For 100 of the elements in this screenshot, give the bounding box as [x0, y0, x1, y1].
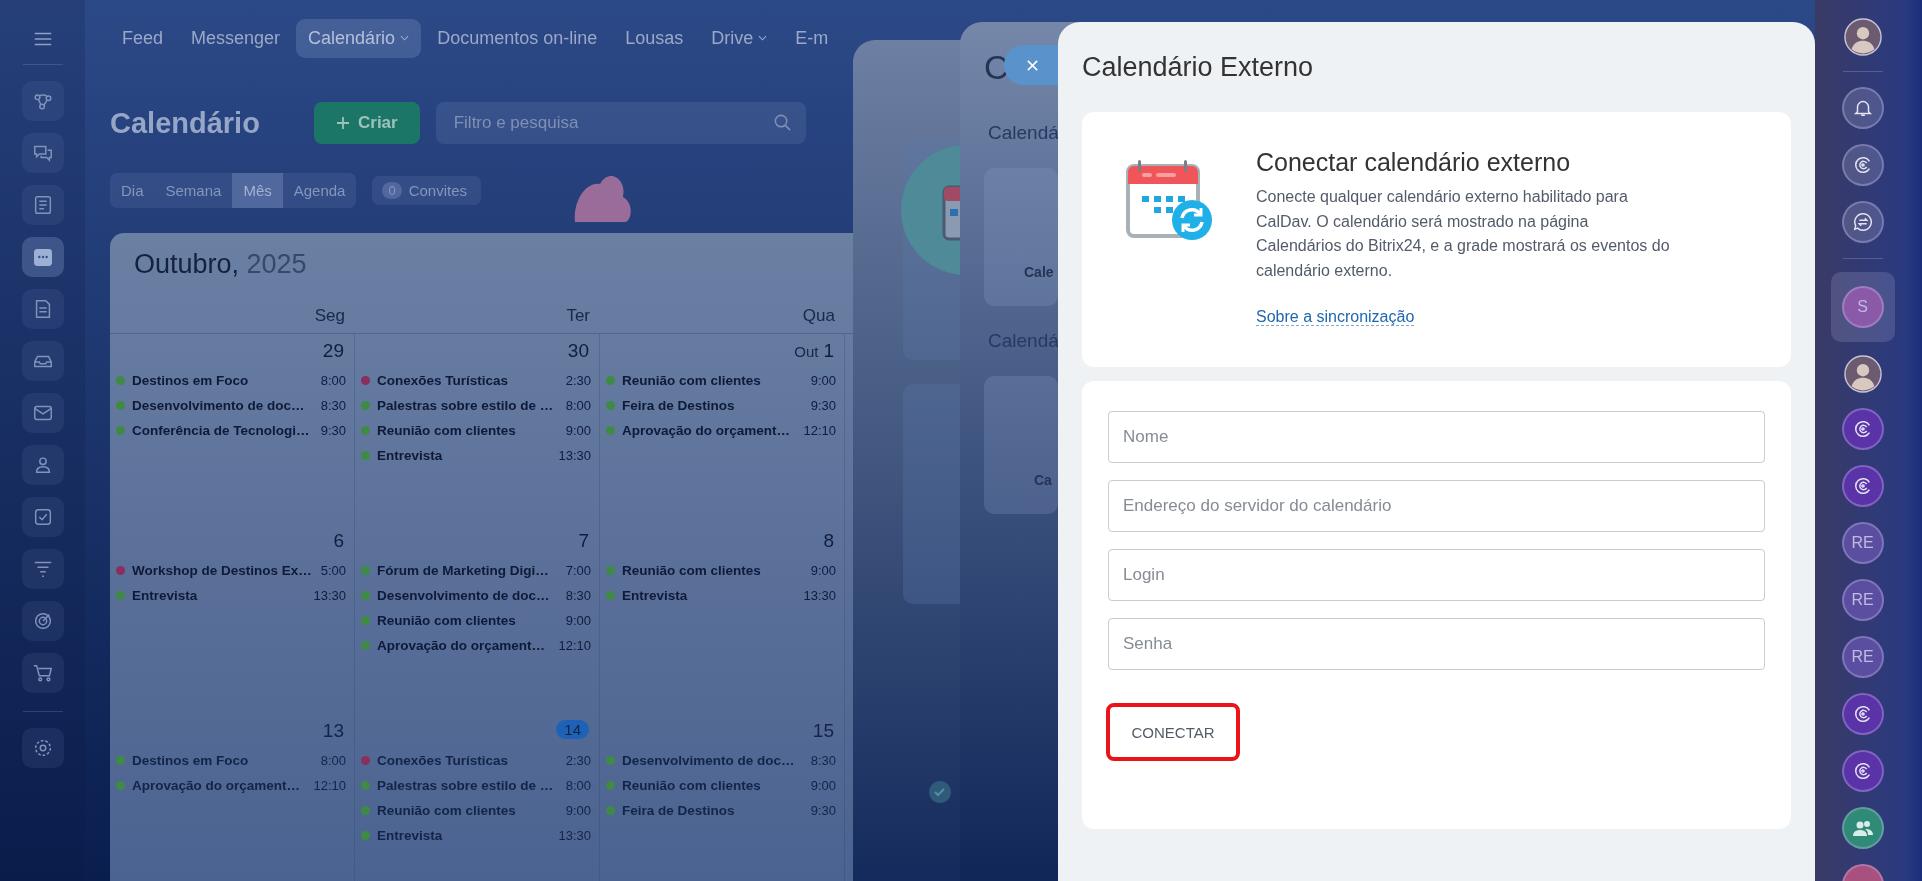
dialog-title: Calendário Externo — [1082, 51, 1315, 84]
option-card[interactable]: Ca — [984, 376, 1058, 514]
day-number: 1 — [823, 340, 834, 362]
view-tab[interactable]: Semana — [154, 172, 233, 208]
calendar-event[interactable]: Reunião com clientes 9:00 — [606, 369, 836, 391]
day-number: 15 — [812, 720, 834, 742]
sidebar-item[interactable] — [21, 497, 64, 537]
nav-tab[interactable]: E-m — [783, 18, 829, 58]
description-text: Conecte qualquer calendário externo habilitado para CalDav. O calendário será mostrado na página Calendários do Bitrix24, e a grade mostrará os eventos do calendário externo. — [1256, 187, 1671, 281]
calendar-event[interactable]: Workshop de Destinos Ex… 5:00 — [116, 559, 346, 581]
connect-button[interactable]: CONECTAR — [1106, 703, 1240, 761]
calendar-event[interactable]: Reunião com clientes 9:00 — [361, 799, 591, 821]
nav-tab[interactable]: Feed — [110, 18, 176, 58]
sidebar-item[interactable] — [21, 445, 64, 485]
notifications-button[interactable] — [1841, 87, 1884, 129]
avatar[interactable]: RE — [1841, 579, 1884, 621]
calendar-event[interactable]: Aprovação do orçament… 12:10 — [606, 419, 836, 441]
input-field[interactable]: Login — [1108, 549, 1765, 601]
calendar-event[interactable]: Entrevista 13:30 — [116, 584, 346, 606]
calendar-event[interactable]: Feira de Destinos 9:30 — [606, 799, 836, 821]
sidebar-item[interactable] — [21, 81, 64, 121]
weekday-label: Seg — [313, 306, 346, 326]
sidebar-item[interactable] — [21, 237, 64, 277]
view-tab[interactable]: Mês — [232, 172, 283, 208]
calendar-event[interactable]: Conexões Turísticas 2:30 — [361, 749, 591, 771]
sidebar-item[interactable] — [21, 185, 64, 225]
avatar[interactable] — [1841, 465, 1884, 507]
sidebar-item[interactable] — [21, 728, 64, 768]
group-avatar[interactable] — [1841, 807, 1884, 849]
input-field[interactable]: Senha — [1108, 618, 1765, 670]
view-tab[interactable]: Agenda — [282, 172, 357, 208]
nav-tab[interactable]: Drive — [699, 18, 780, 58]
calendar-event[interactable]: Aprovação do orçament… 12:10 — [116, 774, 346, 796]
day-number: 8 — [823, 530, 834, 552]
calendar-event[interactable]: Entrevista 13:30 — [606, 584, 836, 606]
user-avatar[interactable] — [1843, 18, 1882, 56]
day-number: 6 — [333, 530, 344, 552]
user-avatar[interactable] — [1843, 355, 1882, 393]
calendar-event[interactable]: Feira de Destinos 9:30 — [606, 394, 836, 416]
input-field[interactable]: Endereço do servidor do calendário — [1108, 480, 1765, 532]
spiral-button[interactable] — [1841, 144, 1884, 186]
check-icon — [928, 780, 952, 804]
caret-icon — [400, 35, 410, 41]
avatar[interactable]: S — [1841, 286, 1884, 328]
nav-tab[interactable]: Lousas — [613, 18, 696, 58]
month-label: Out — [794, 343, 819, 360]
avatar[interactable]: RE — [1841, 636, 1884, 678]
option-card[interactable]: Cale — [984, 168, 1058, 306]
calendar-event[interactable]: Entrevista 13:30 — [361, 824, 591, 846]
weekday-label: Ter — [565, 306, 591, 326]
calendar-event[interactable]: Reunião com clientes 9:00 — [606, 559, 836, 581]
calendar-event[interactable]: Destinos em Foco 8:00 — [116, 749, 346, 771]
chat-button[interactable] — [1841, 201, 1884, 243]
avatar[interactable]: RE — [1841, 522, 1884, 564]
input-field[interactable]: Nome — [1108, 411, 1765, 463]
section-title: Calendá — [988, 122, 1060, 144]
search-icon — [772, 113, 792, 132]
calendar-event[interactable]: Conferência de Tecnologi… 9:30 — [116, 419, 346, 441]
caret-icon — [758, 35, 768, 41]
calendar-event[interactable]: Reunião com clientes 9:00 — [606, 774, 836, 796]
calendar-event[interactable]: Entrevista 13:30 — [361, 444, 591, 466]
create-button[interactable]: Criar — [314, 102, 420, 144]
sidebar-item[interactable] — [21, 393, 64, 433]
nav-tab[interactable]: Documentos on-line — [425, 18, 610, 58]
calendar-event[interactable]: Desenvolvimento de doc… 8:30 — [361, 584, 591, 606]
calendar-event[interactable]: Palestras sobre estilo de … 8:00 — [361, 774, 591, 796]
day-number: 30 — [567, 340, 589, 362]
calendar-event[interactable]: Desenvolvimento de doc… 8:30 — [116, 394, 346, 416]
nav-tab[interactable]: Messenger — [179, 18, 293, 58]
plus-icon — [336, 116, 350, 130]
calendar-event[interactable]: Palestras sobre estilo de … 8:00 — [361, 394, 591, 416]
sync-link[interactable]: Sobre a sincronização — [1256, 308, 1415, 326]
avatar[interactable] — [1841, 750, 1884, 792]
calendar-event[interactable]: Reunião com clientes 9:00 — [361, 419, 591, 441]
weekday-label: Qua — [801, 306, 836, 326]
calendar-event[interactable]: Reunião com clientes 9:00 — [361, 609, 591, 631]
sidebar-item[interactable] — [21, 549, 64, 589]
day-number: 14 — [556, 720, 589, 739]
calendar-icon — [31, 246, 54, 268]
calendar-event[interactable]: Conexões Turísticas 2:30 — [361, 369, 591, 391]
calendar-event[interactable]: Desenvolvimento de doc… 8:30 — [606, 749, 836, 771]
cart-icon — [31, 662, 54, 684]
sidebar-item[interactable] — [21, 341, 64, 381]
sidebar-item[interactable] — [21, 601, 64, 641]
calendar-event[interactable]: Fórum de Marketing Digi… 7:00 — [361, 559, 591, 581]
avatar[interactable] — [1841, 408, 1884, 450]
sidebar-item[interactable] — [21, 133, 64, 173]
section-title: Conectar calendário externo — [1256, 148, 1572, 177]
panel-title: C — [984, 48, 1009, 88]
calendar-event[interactable]: Aprovação do orçament… 12:10 — [361, 634, 591, 656]
sidebar-item[interactable] — [21, 289, 64, 329]
avatar[interactable] — [1841, 693, 1884, 735]
day-number: 13 — [322, 720, 344, 742]
view-tab[interactable]: Dia — [110, 172, 155, 208]
calendar-event[interactable]: Destinos em Foco 8:00 — [116, 369, 346, 391]
day-number: 7 — [578, 530, 589, 552]
page-title: Calendário — [110, 106, 261, 140]
chat-icon — [1851, 211, 1874, 233]
nav-tab[interactable]: Calendário — [296, 18, 422, 58]
sidebar-item[interactable] — [21, 653, 64, 693]
